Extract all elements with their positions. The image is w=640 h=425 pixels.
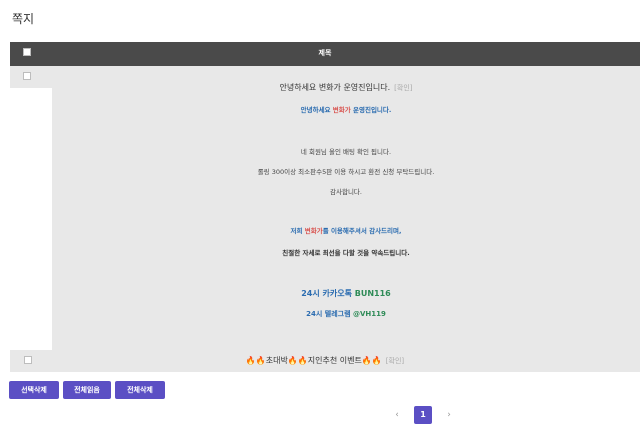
prev-page-icon[interactable]: ‹ <box>388 406 406 424</box>
message-2-confirm-link[interactable]: [확인] <box>386 357 404 365</box>
message-row-1: 안녕하세요 변화가 운영진입니다. [확인] 안녕하세요 변화가 운영진입니다. … <box>10 66 640 350</box>
fire-icon: 🔥🔥 <box>245 356 266 365</box>
message-2-subject[interactable]: 🔥🔥초대박🔥🔥지인추천 이벤트🔥🔥 [확인] <box>10 355 640 366</box>
message-2-part2[interactable]: 지인추천 이벤트 <box>308 356 362 365</box>
page-title: 쪽지 <box>12 12 35 26</box>
message-checkbox-column <box>10 66 52 350</box>
message-2-part1[interactable]: 초대박 <box>266 356 288 365</box>
body-line-1: 네 회원님 올인 배팅 확인 됩니다. <box>300 148 392 156</box>
kakao-line: 24시 카카오톡 BUN116 <box>52 288 640 299</box>
greeting-line: 안녕하세요 변화가 운영진입니다. <box>52 104 640 114</box>
delete-selected-button[interactable]: 선택삭제 <box>9 381 59 399</box>
message-subject[interactable]: 안녕하세요 변화가 운영진입니다. [확인] <box>52 82 640 93</box>
body-line-2: 롤링 300이상 최소판수5판 이용 하시고 환전 신청 부탁드립니다. <box>257 168 435 176</box>
telegram-line: 24시 텔레그램 @VH119 <box>52 309 640 319</box>
kakao-id: BUN116 <box>354 289 391 298</box>
thanks-line: 저희 변화가를 이용해주셔서 감사드리며, <box>52 225 640 235</box>
message-1-checkbox[interactable] <box>23 72 31 80</box>
telegram-prefix: 24시 텔레그램 <box>306 310 353 318</box>
table-header: 제목 <box>10 42 640 66</box>
message-subject-text[interactable]: 안녕하세요 변화가 운영진입니다. <box>279 83 390 92</box>
page-1-button[interactable]: 1 <box>414 406 432 424</box>
checkbox-cell <box>10 66 52 88</box>
greeting-brand: 변화가 <box>332 106 351 114</box>
message-body: 안녕하세요 변화가 운영진입니다. [확인] 안녕하세요 변화가 운영진입니다. … <box>52 66 640 350</box>
delete-all-button[interactable]: 전체삭제 <box>115 381 165 399</box>
telegram-id: @VH119 <box>352 310 386 318</box>
greeting-suffix: 운영진입니다. <box>350 106 392 114</box>
greeting-prefix: 안녕하세요 <box>300 106 333 114</box>
confirm-link[interactable]: [확인] <box>394 84 412 92</box>
column-header-title: 제목 <box>318 49 332 57</box>
fire-icon: 🔥🔥 <box>287 356 308 365</box>
next-page-icon[interactable]: › <box>440 406 458 424</box>
fire-icon: 🔥🔥 <box>361 356 382 365</box>
message-row-2[interactable]: 🔥🔥초대박🔥🔥지인추천 이벤트🔥🔥 [확인] <box>10 350 640 372</box>
body-line-3: 감사합니다. <box>330 188 362 196</box>
kakao-prefix: 24시 카카오톡 <box>301 289 355 298</box>
thanks-brand: 변화가 <box>304 227 323 235</box>
thanks-prefix: 저희 <box>290 227 305 235</box>
promise-line: 친절한 자세로 최선을 다할 것을 약속드립니다. <box>282 249 410 257</box>
read-all-button[interactable]: 전체읽음 <box>63 381 111 399</box>
thanks-suffix: 를 이용해주셔서 감사드리며, <box>322 227 402 235</box>
